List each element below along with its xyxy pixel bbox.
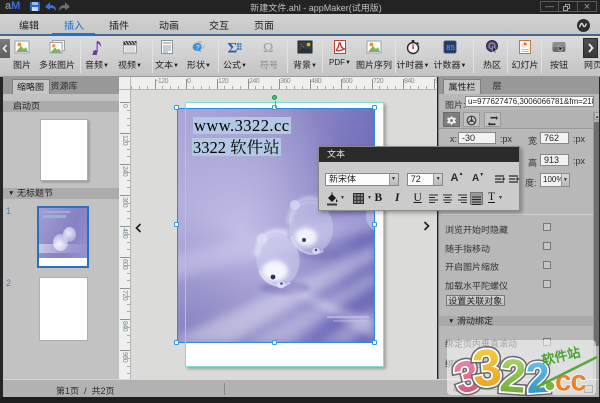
svg-text:Σ: Σ (228, 40, 238, 55)
svg-text:Ω: Ω (263, 41, 273, 55)
svg-text:?: ? (196, 44, 200, 51)
svg-text:2: 2 (498, 348, 528, 403)
svg-text:?: ? (201, 42, 205, 49)
svg-text:85: 85 (446, 45, 456, 53)
